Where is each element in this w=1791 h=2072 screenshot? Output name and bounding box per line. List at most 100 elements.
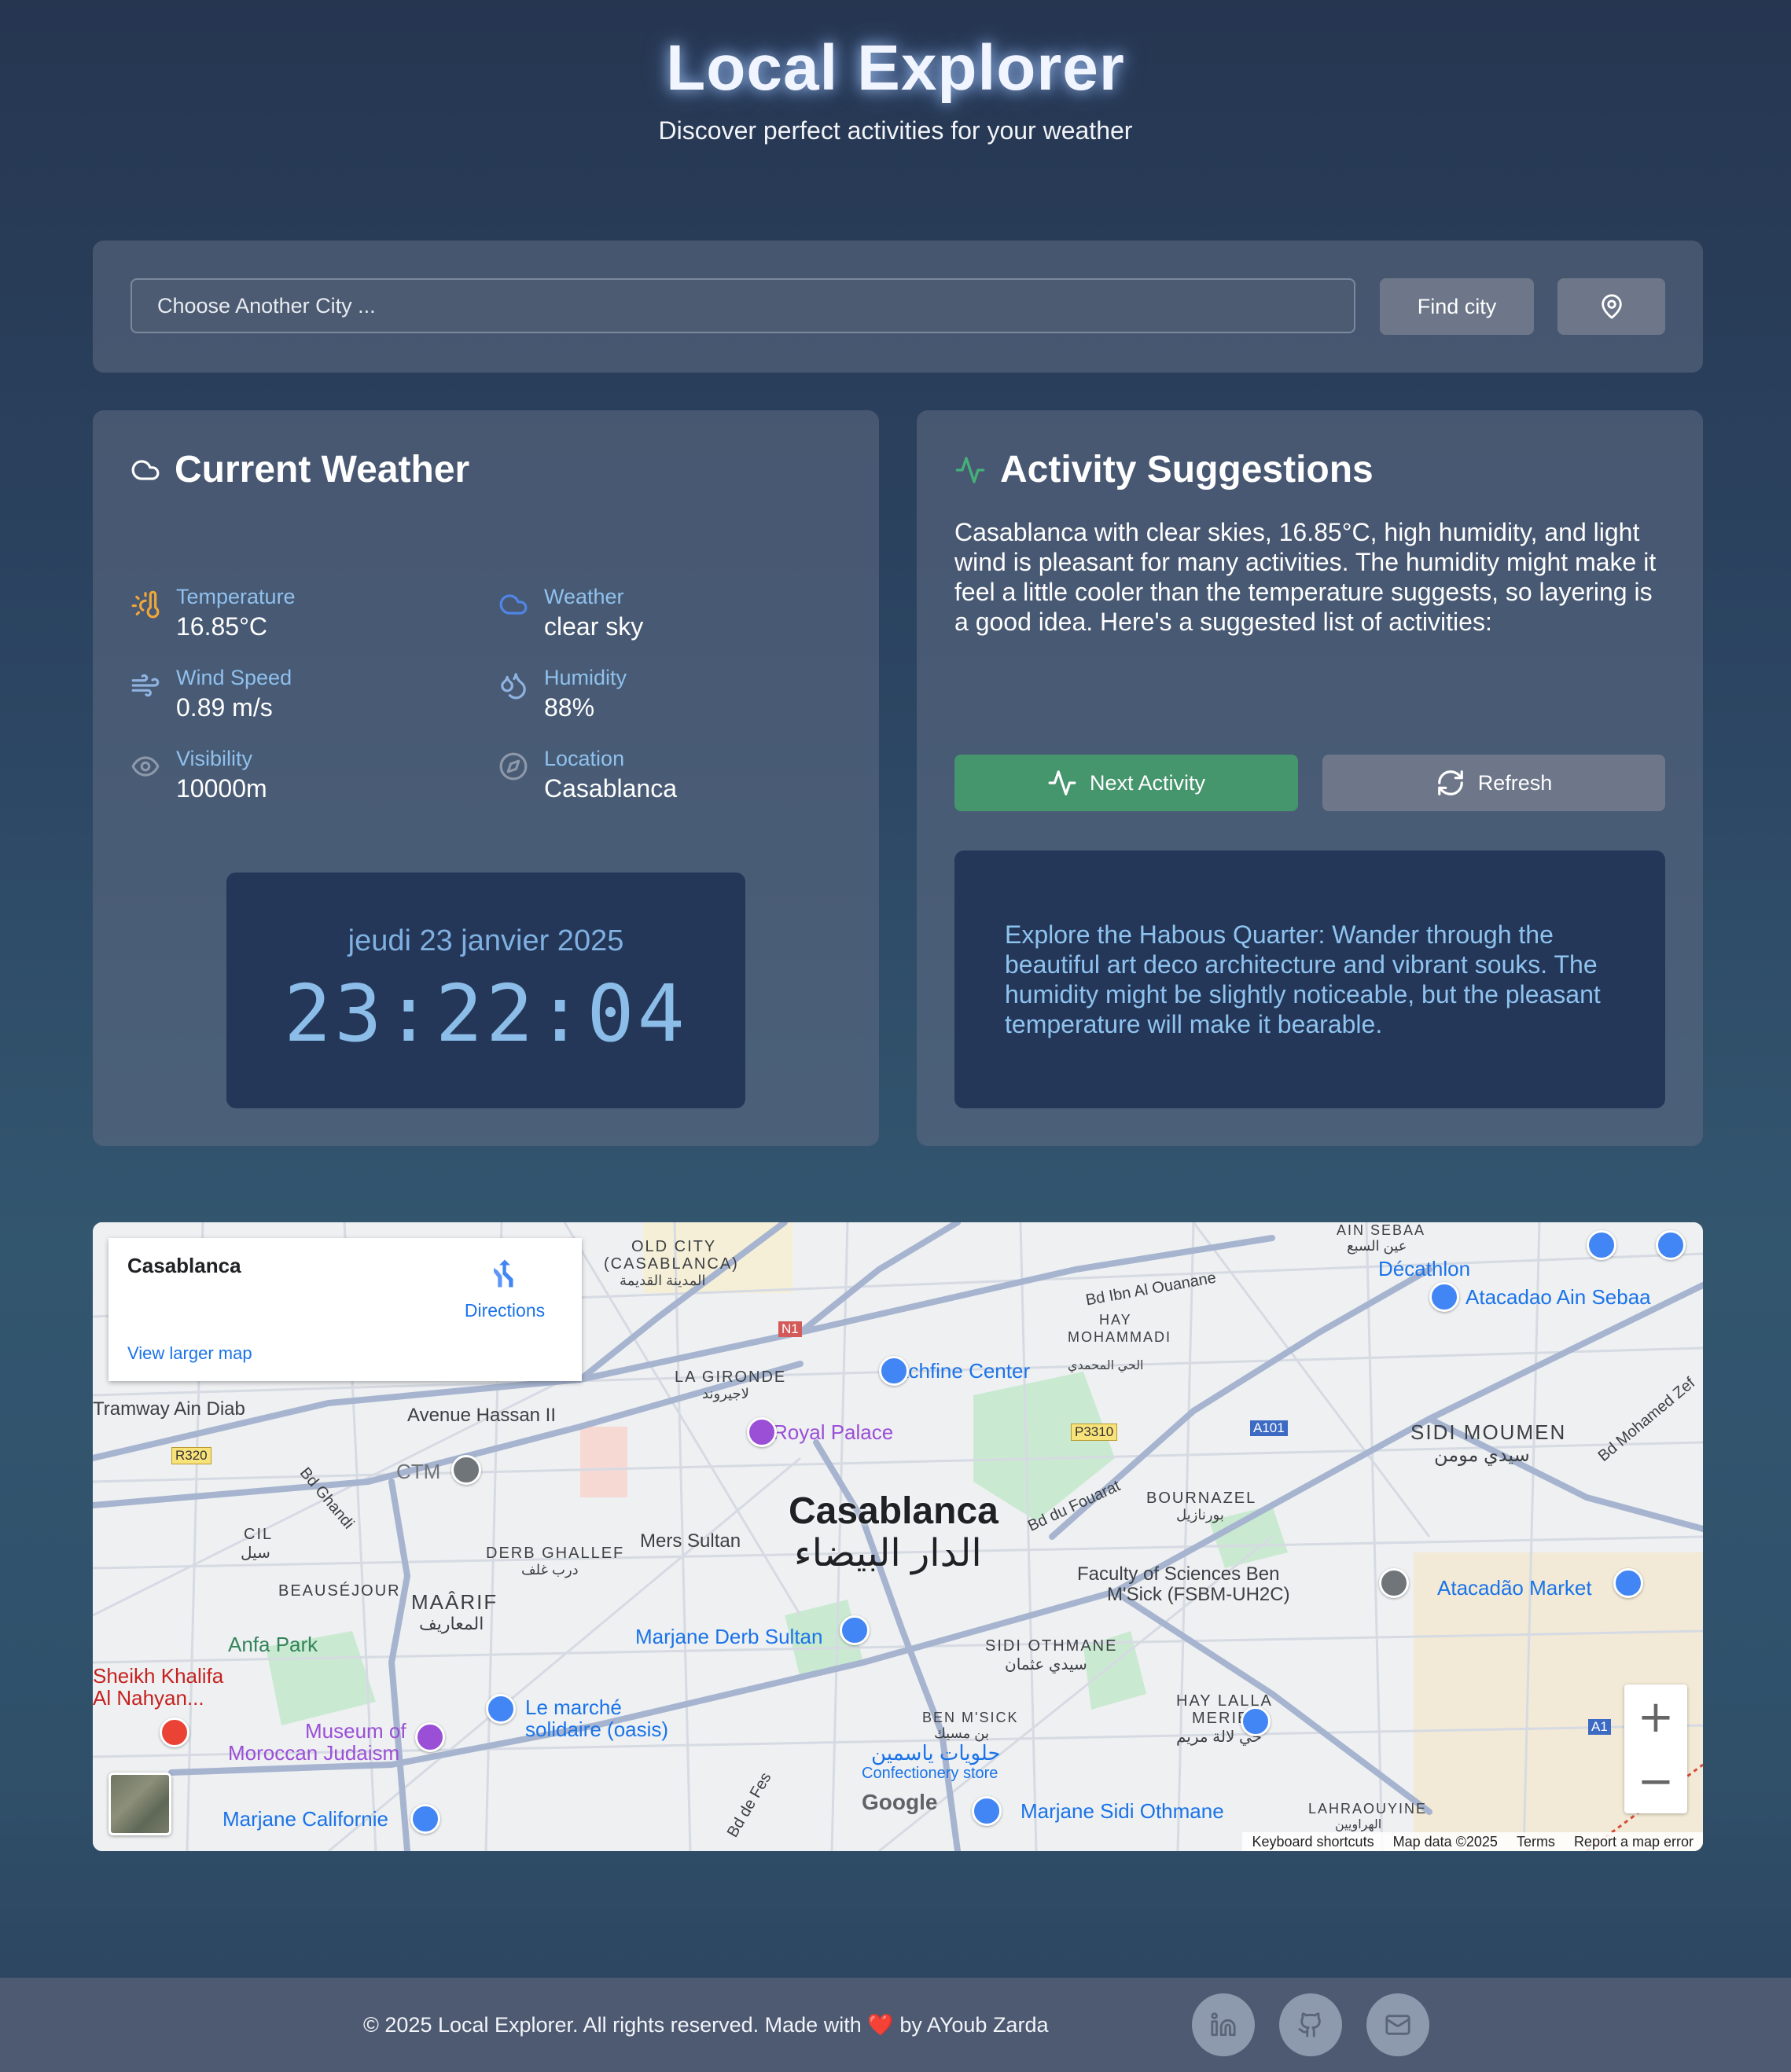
next-activity-label: Next Activity xyxy=(1089,770,1206,795)
map-label: Avenue Hassan II xyxy=(407,1405,557,1426)
map-label: المدينة القديمة xyxy=(620,1273,706,1288)
stat-label: Visibility xyxy=(176,747,253,770)
terms-link[interactable]: Terms xyxy=(1517,1834,1555,1850)
map-label: Sheikh Khalifa xyxy=(93,1664,224,1688)
cart-pin-icon[interactable] xyxy=(410,1804,440,1834)
activity-suggestions-panel: Activity Suggestions Casablanca with cle… xyxy=(917,410,1703,1146)
map-label: BOURNAZEL xyxy=(1146,1490,1257,1507)
shopping-pin-icon[interactable] xyxy=(1656,1230,1686,1260)
current-date: jeudi 23 janvier 2025 xyxy=(348,924,624,957)
search-panel: Choose Another City ... Find city xyxy=(93,241,1703,373)
map-label: Le marché xyxy=(525,1695,622,1719)
zoom-in-button[interactable]: + xyxy=(1624,1684,1687,1749)
stat-label: Humidity xyxy=(544,666,627,689)
stat-label: Location xyxy=(544,747,625,770)
map-label: M'Sick (FSBM-UH2C) xyxy=(1107,1584,1290,1605)
mail-icon xyxy=(1385,2015,1410,2035)
map-label: Confectionery store xyxy=(862,1765,998,1782)
stat-value: clear sky xyxy=(544,612,644,641)
next-activity-button[interactable]: Next Activity xyxy=(954,755,1298,811)
cart-pin-icon[interactable] xyxy=(1241,1706,1271,1736)
github-link[interactable] xyxy=(1279,1993,1342,2056)
museum-pin-icon[interactable] xyxy=(415,1722,445,1752)
stat-value: 88% xyxy=(544,693,595,722)
map-label: SIDI OTHMANE xyxy=(985,1637,1118,1655)
map-label: AIN SEBAA xyxy=(1337,1222,1426,1238)
map-zoom-controls: + − xyxy=(1624,1684,1687,1813)
map-label: Marjane Derb Sultan xyxy=(635,1625,823,1648)
cart-pin-icon[interactable] xyxy=(1613,1568,1643,1598)
activity-intro: Casablanca with clear skies, 16.85°C, hi… xyxy=(954,518,1657,636)
github-icon xyxy=(1298,2012,1321,2037)
shopping-pin-icon[interactable] xyxy=(879,1356,909,1386)
map-label: المعاريف xyxy=(419,1614,484,1633)
activity-title: Activity Suggestions xyxy=(1000,449,1374,490)
keyboard-shortcuts-link[interactable]: Keyboard shortcuts xyxy=(1252,1834,1374,1850)
map-label: سيل xyxy=(241,1545,270,1562)
activity-pulse-icon xyxy=(1048,770,1076,795)
camera-pin-icon[interactable] xyxy=(747,1417,777,1447)
weather-title: Current Weather xyxy=(175,449,470,490)
copyright-text: © 2025 Local Explorer. All rights reserv… xyxy=(363,2013,1049,2037)
map-label: عين السبع xyxy=(1347,1238,1407,1254)
map-label: DERB GHALLEF xyxy=(486,1545,625,1562)
app-title: Local Explorer xyxy=(666,32,1125,104)
page-header: Local Explorer Discover perfect activiti… xyxy=(0,31,1791,145)
map-label: سيدي عثمان xyxy=(1005,1656,1087,1673)
map-city-label-arabic: الدار البيضاء xyxy=(794,1533,982,1574)
eye-icon xyxy=(131,756,160,777)
road-shield: A101 xyxy=(1250,1420,1288,1436)
directions-button[interactable]: Directions xyxy=(458,1257,552,1321)
map-label: Faculty of Sciences Ben xyxy=(1077,1563,1280,1585)
map-label: OLD CITY xyxy=(631,1238,717,1255)
map-label: Al Nahyan... xyxy=(93,1686,204,1710)
school-pin-icon[interactable] xyxy=(1379,1568,1409,1598)
map-label: LAHRAOUYINE xyxy=(1308,1801,1428,1817)
map-label: CIL xyxy=(244,1526,274,1543)
hospital-pin-icon[interactable] xyxy=(160,1717,189,1747)
map-label: Moroccan Judaism xyxy=(228,1741,400,1765)
zoom-out-button[interactable]: − xyxy=(1624,1749,1687,1813)
map-label: LA GIRONDE xyxy=(675,1368,787,1386)
map-label: SIDI MOUMEN xyxy=(1410,1420,1567,1444)
linkedin-icon xyxy=(1211,2012,1236,2037)
activity-heading: Activity Suggestions xyxy=(954,448,1374,491)
app-subtitle: Discover perfect activities for your wea… xyxy=(658,116,1133,145)
road-shield: R320 xyxy=(171,1447,211,1464)
shopping-pin-icon[interactable] xyxy=(1429,1282,1459,1312)
current-time: 23:22:04 xyxy=(284,968,688,1060)
email-link[interactable] xyxy=(1366,1993,1429,2056)
map-place-name: Casablanca xyxy=(127,1254,241,1277)
stat-value: 10000m xyxy=(176,774,267,803)
cart-pin-icon[interactable] xyxy=(840,1615,870,1645)
cart-pin-icon[interactable] xyxy=(486,1694,516,1724)
view-larger-map-link[interactable]: View larger map xyxy=(127,1343,252,1364)
stat-label: Wind Speed xyxy=(176,666,292,689)
humidity-stat: Humidity 88% xyxy=(498,666,627,722)
cart-pin-icon[interactable] xyxy=(1587,1230,1616,1260)
page-footer: © 2025 Local Explorer. All rights reserv… xyxy=(0,1978,1791,2072)
stat-label: Weather xyxy=(544,585,624,608)
map-label: HAY xyxy=(1099,1312,1132,1328)
city-search-input[interactable]: Choose Another City ... xyxy=(131,278,1355,333)
directions-label: Directions xyxy=(464,1300,546,1321)
road-shield: P3310 xyxy=(1071,1424,1118,1441)
find-city-button[interactable]: Find city xyxy=(1380,278,1534,335)
map-embed[interactable]: Casablanca الدار البيضاء OLD CITY (CASAB… xyxy=(93,1222,1703,1851)
linkedin-link[interactable] xyxy=(1192,1993,1255,2056)
map-label: Royal Palace xyxy=(773,1420,894,1444)
location-stat: Location Casablanca xyxy=(498,747,677,803)
map-place-card: Casablanca Directions View larger map xyxy=(108,1238,582,1381)
shopping-pin-icon[interactable] xyxy=(972,1796,1002,1826)
report-error-link[interactable]: Report a map error xyxy=(1574,1834,1694,1850)
map-label: Mers Sultan xyxy=(640,1530,741,1552)
google-logo: Google xyxy=(862,1790,938,1814)
map-label: BEAUSÉJOUR xyxy=(278,1582,401,1600)
refresh-button[interactable]: Refresh xyxy=(1322,755,1665,811)
current-location-button[interactable] xyxy=(1557,278,1665,335)
satellite-toggle[interactable] xyxy=(108,1773,171,1835)
weather-condition-stat: Weather clear sky xyxy=(498,585,643,641)
compass-icon xyxy=(499,752,528,781)
transit-pin-icon[interactable] xyxy=(451,1455,481,1485)
map-label: درب غلف xyxy=(521,1562,579,1578)
